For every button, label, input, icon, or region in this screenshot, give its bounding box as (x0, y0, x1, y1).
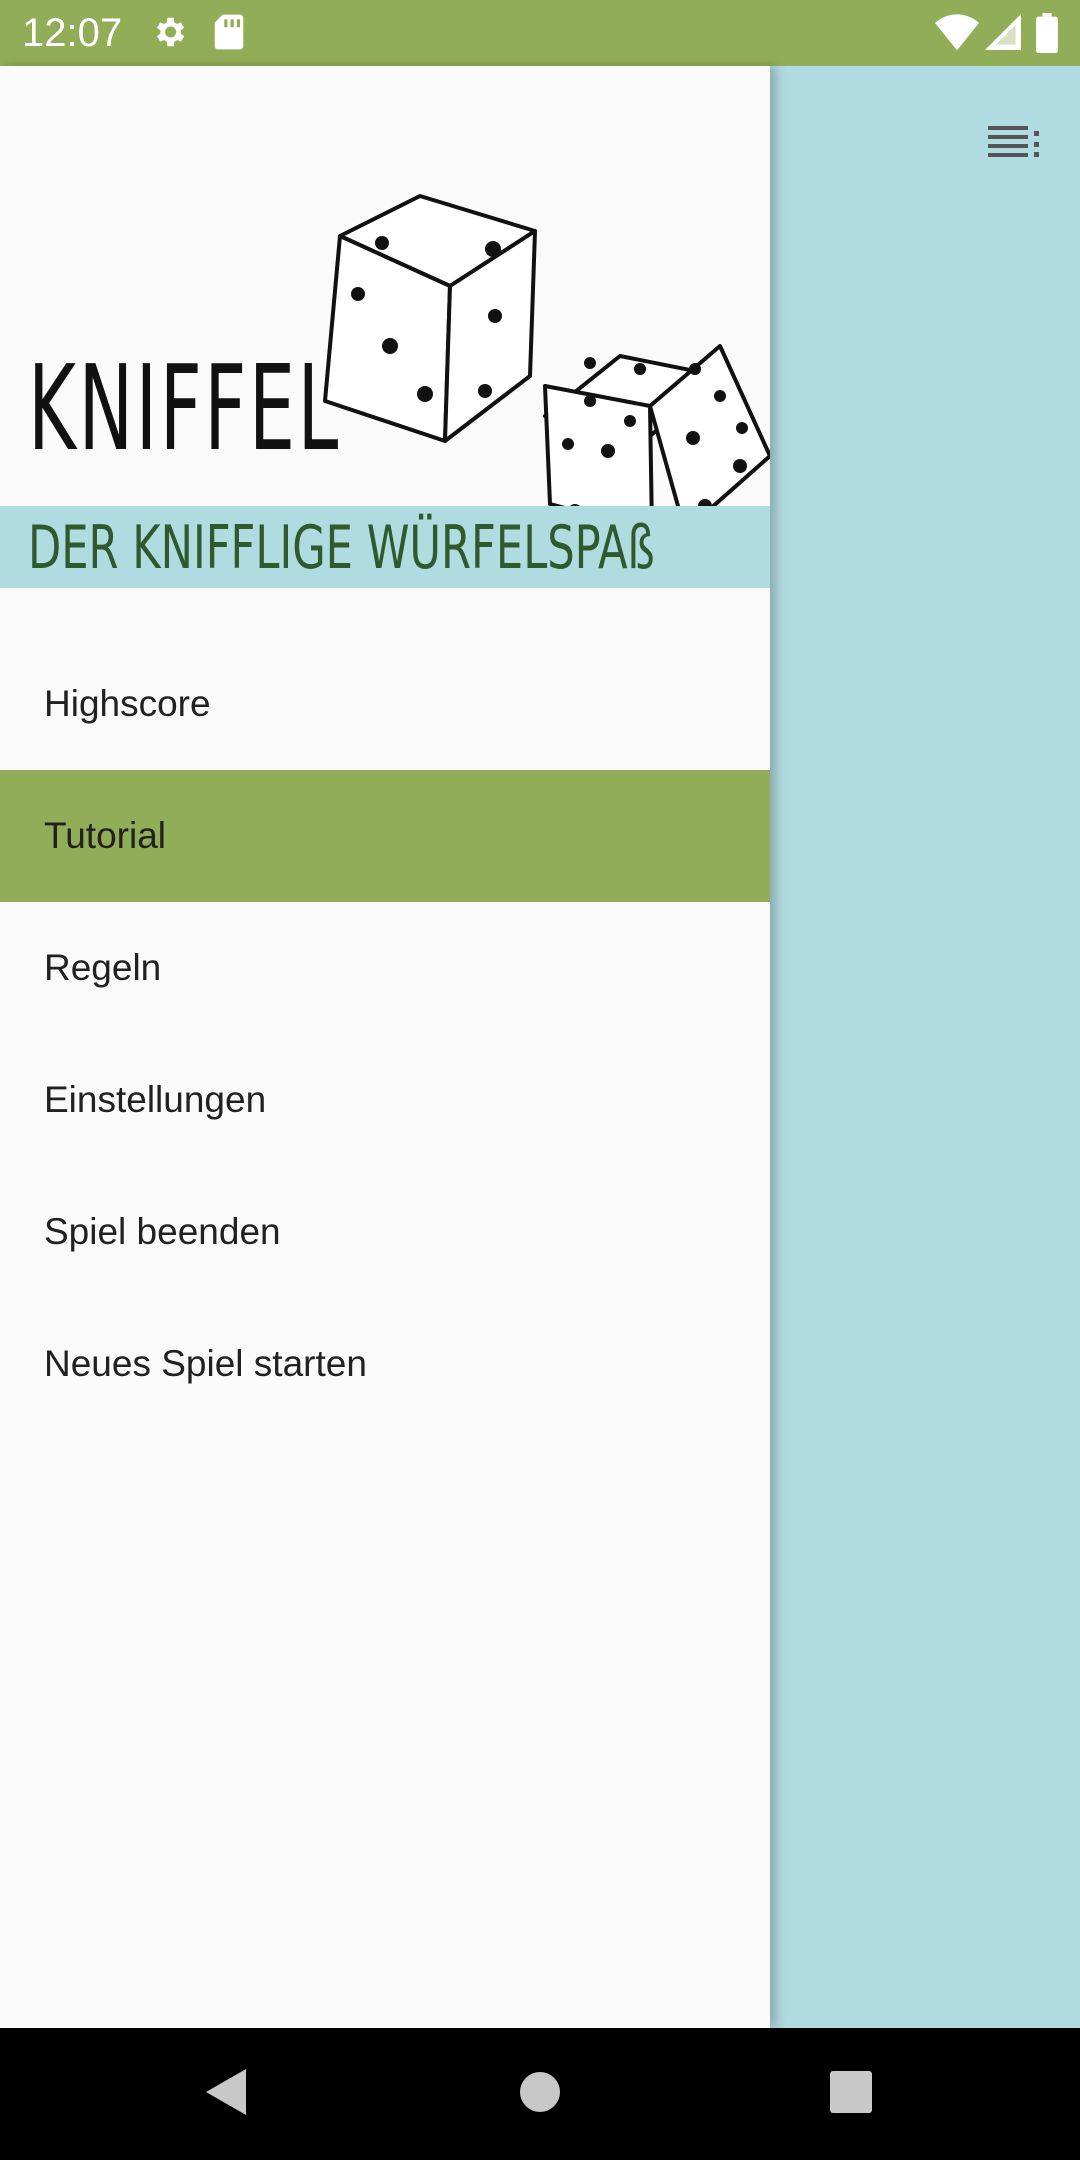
back-button[interactable] (196, 2064, 256, 2124)
menu-item-spiel-beenden[interactable]: Spiel beenden (0, 1166, 770, 1298)
drawer-menu: Highscore Tutorial Regeln Einstellungen … (0, 638, 770, 1430)
drawer-subtitle-band: DER KNIFFLIGE WÜRFELSPAß (0, 506, 770, 588)
battery-icon (1035, 13, 1059, 58)
home-button[interactable] (510, 2064, 570, 2124)
dice-illustration (323, 194, 770, 533)
app-title: KNIFFEL (28, 339, 341, 477)
recents-button[interactable] (821, 2064, 881, 2124)
wifi-icon (935, 13, 979, 56)
app-subtitle: DER KNIFFLIGE WÜRFELSPAß (28, 513, 655, 583)
menu-item-label: Neues Spiel starten (44, 1343, 367, 1384)
overflow-menu-icon (988, 124, 1042, 163)
menu-item-regeln[interactable]: Regeln (0, 902, 770, 1034)
main-content (770, 66, 1080, 2028)
menu-item-label: Regeln (44, 947, 162, 988)
home-icon (518, 2070, 562, 2119)
drawer-header: KNIFFEL (0, 66, 770, 533)
system-nav-bar (0, 2028, 1080, 2160)
overflow-menu-button[interactable] (975, 118, 1055, 168)
menu-item-einstellungen[interactable]: Einstellungen (0, 1034, 770, 1166)
back-icon (204, 2067, 248, 2122)
status-bar: 12:07 (0, 0, 1080, 66)
signal-icon (985, 13, 1021, 56)
recents-icon (830, 2070, 872, 2118)
menu-item-label: Highscore (44, 683, 211, 724)
menu-item-tutorial[interactable]: Tutorial (0, 770, 770, 902)
status-time: 12:07 (22, 11, 123, 55)
menu-item-highscore[interactable]: Highscore (0, 638, 770, 770)
menu-item-label: Einstellungen (44, 1079, 267, 1120)
navigation-drawer: KNIFFEL DER KNIFFLIGE WÜRFELSPAß Highsco… (0, 66, 770, 2028)
gear-icon (150, 13, 188, 56)
menu-item-neues-spiel[interactable]: Neues Spiel starten (0, 1298, 770, 1430)
menu-item-label: Tutorial (44, 815, 167, 856)
menu-item-label: Spiel beenden (44, 1211, 281, 1252)
sd-card-icon (212, 13, 246, 56)
